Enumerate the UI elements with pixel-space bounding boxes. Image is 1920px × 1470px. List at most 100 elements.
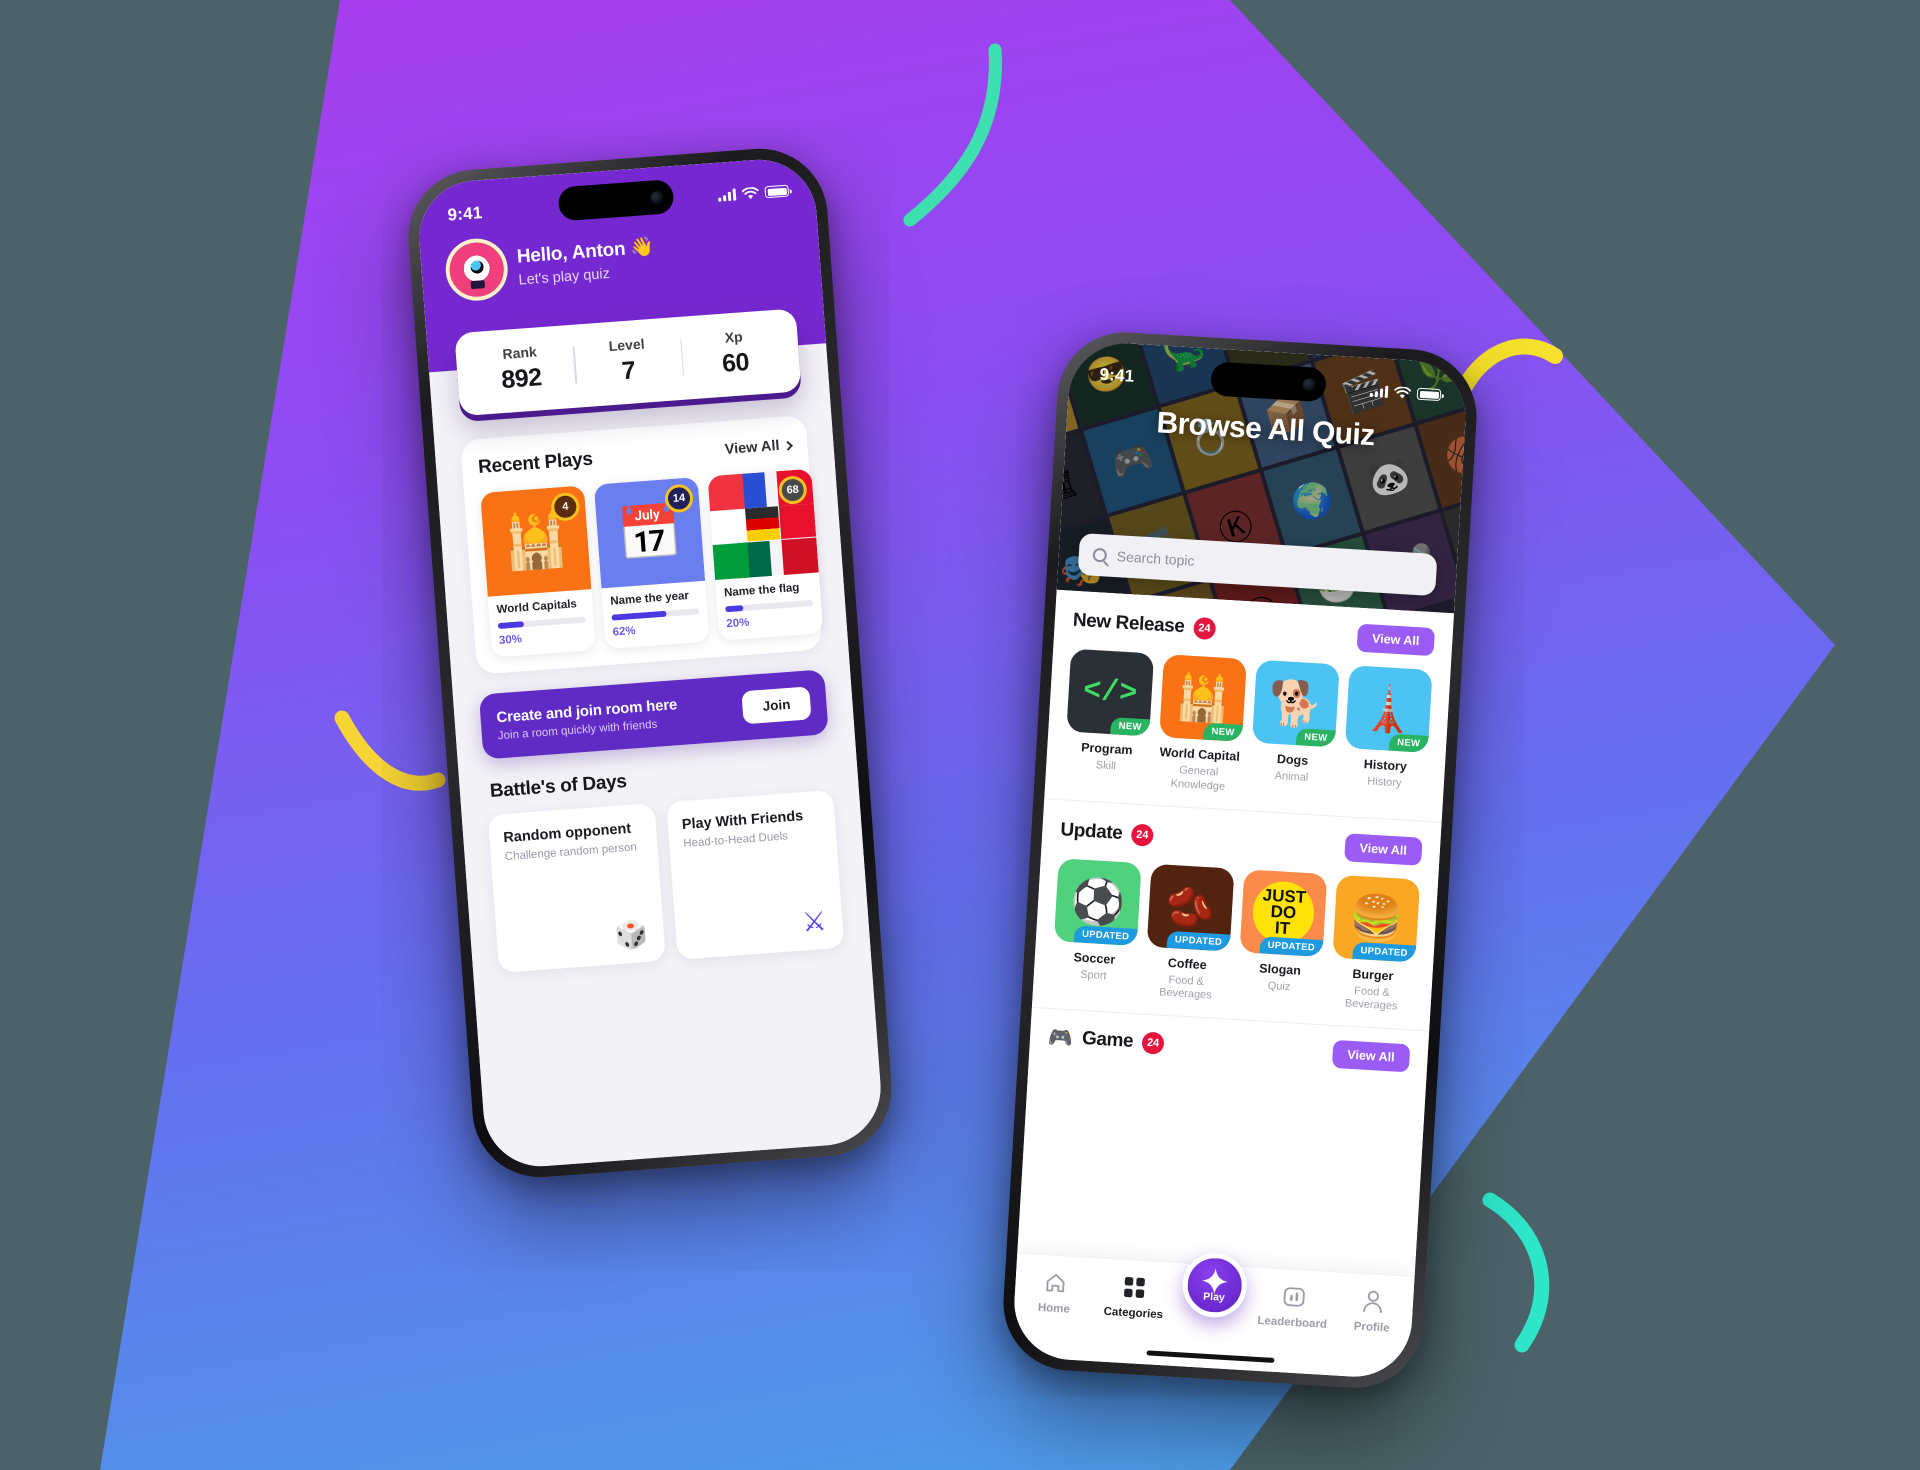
section-title: Update: [1059, 818, 1124, 844]
tab-label: Profile: [1353, 1320, 1390, 1335]
quiz-tile-name: Burger: [1352, 966, 1394, 983]
section-title: Game: [1081, 1027, 1134, 1052]
quiz-tile-image: 🐕 NEW: [1251, 659, 1340, 748]
quiz-tile-image: </> NEW: [1066, 648, 1155, 737]
tab-label: Home: [1037, 1301, 1071, 1316]
stat-value: 60: [721, 347, 750, 378]
section-title: New Release: [1072, 609, 1186, 638]
list-item[interactable]: JUST DO IT UPDATED Slogan Quiz: [1236, 868, 1328, 1010]
signal-bars-icon: [1369, 385, 1389, 398]
quiz-tile-name: World Capital: [1159, 745, 1241, 764]
dice-icon: 🎲: [613, 918, 649, 952]
view-all-button-game[interactable]: View All: [1331, 1039, 1411, 1073]
just-do-it-text: JUST DO IT: [1262, 885, 1307, 939]
recent-plays-title: Recent Plays: [477, 448, 594, 479]
tab-label: Leaderboard: [1257, 1314, 1328, 1331]
code-icon: </>: [1082, 673, 1139, 712]
phone-mockup-home: 9:41 Hello, Anton 👋 Let's play quiz Rank…: [403, 143, 897, 1183]
quiz-tile-image: ⚽ UPDATED: [1053, 857, 1142, 946]
stat-rank: Rank 892: [465, 341, 576, 398]
quiz-tile-category: Animal: [1274, 769, 1309, 784]
tab-categories[interactable]: Categories: [1097, 1272, 1172, 1321]
list-item[interactable]: 🗼 NEW History History: [1342, 665, 1433, 806]
home-icon: [1019, 1268, 1092, 1298]
quiz-tile-category: History: [1366, 775, 1402, 790]
quiz-tile-name: Coffee: [1167, 955, 1208, 972]
updated-badge: UPDATED: [1259, 935, 1324, 957]
battle-card-random-opponent[interactable]: Random opponent Challenge random person …: [487, 803, 666, 973]
list-item[interactable]: 📅 14 Name the year 62%: [593, 477, 710, 650]
tab-label: Categories: [1103, 1305, 1164, 1322]
quiz-tile-image: 🗼 NEW: [1344, 665, 1433, 753]
front-camera-icon: [649, 190, 664, 205]
quiz-tile-category: Sport: [1079, 968, 1107, 982]
quiz-tile-category: Food & Beverages: [1158, 973, 1213, 1002]
quiz-tile-name: History: [1363, 757, 1408, 774]
soccer-ball-icon: ⚽: [1068, 876, 1127, 929]
count-badge: 24: [1130, 823, 1154, 847]
recent-plays-panel: Recent Plays View All 🕌 4 World Capitals…: [460, 414, 824, 675]
screenshot-stage: 9:41 Hello, Anton 👋 Let's play quiz Rank…: [0, 0, 1920, 1470]
tab-home[interactable]: Home: [1018, 1268, 1093, 1317]
grid-icon: [1098, 1272, 1171, 1302]
update-tiles: ⚽ UPDATED Soccer Sport 🫘 UPDATED Coffee …: [1051, 857, 1421, 1016]
list-item[interactable]: </> NEW Program Skill: [1063, 648, 1155, 790]
home-body: Recent Plays View All 🕌 4 World Capitals…: [429, 343, 870, 975]
list-item[interactable]: 🫘 UPDATED Coffee Food & Beverages: [1144, 863, 1235, 1004]
list-item[interactable]: ⚽ UPDATED Soccer Sport: [1051, 857, 1142, 999]
status-time: 9:41: [1098, 364, 1135, 386]
quiz-tile-category: Food & Beverages: [1344, 984, 1398, 1013]
list-item[interactable]: 🕌 NEW World Capital General Knowledge: [1156, 654, 1247, 795]
quiz-tile-image: 🕌 NEW: [1159, 654, 1247, 742]
new-release-tiles: </> NEW Program Skill 🕌 NEW World Capita…: [1063, 648, 1433, 807]
create-join-room-banner[interactable]: Create and join room here Join a room qu…: [478, 669, 829, 760]
new-badge: NEW: [1110, 717, 1151, 737]
quiz-tile-category: General Knowledge: [1170, 764, 1226, 793]
mosque-icon: 🕌: [1174, 672, 1232, 725]
play-badge: 68: [777, 475, 808, 506]
count-badge: 24: [1141, 1031, 1165, 1055]
progress-bar: [611, 608, 700, 621]
updated-badge: UPDATED: [1073, 924, 1138, 946]
quiz-name: Name the flag: [723, 581, 800, 600]
quiz-tile-name: Soccer: [1073, 949, 1116, 967]
play-label: Play: [1202, 1290, 1226, 1304]
recent-plays-view-all-link[interactable]: View All: [724, 437, 793, 458]
dog-icon: 🐕: [1267, 677, 1325, 731]
view-all-label: View All: [724, 437, 781, 458]
new-badge: NEW: [1295, 728, 1336, 748]
count-badge: 24: [1192, 616, 1217, 641]
battle-card-play-with-friends[interactable]: Play With Friends Head-to-Head Duels ⚔: [666, 789, 845, 960]
stat-value: 7: [620, 356, 637, 386]
home-indicator: [1146, 1350, 1275, 1363]
notch: [1210, 361, 1327, 403]
view-all-button-update[interactable]: View All: [1343, 832, 1423, 866]
tab-play[interactable]: Play: [1179, 1251, 1251, 1320]
list-item[interactable]: 🍔 UPDATED Burger Food & Beverages: [1329, 874, 1421, 1015]
join-room-button[interactable]: Join: [741, 686, 812, 725]
stat-level: Level 7: [573, 333, 684, 390]
tab-profile[interactable]: Profile: [1335, 1287, 1410, 1336]
list-item[interactable]: 🐕 NEW Dogs Animal: [1249, 659, 1340, 801]
quiz-tile-name: Dogs: [1276, 752, 1309, 768]
search-input[interactable]: Search topic: [1116, 548, 1195, 569]
list-item[interactable]: 68 Name the flag 20%: [707, 468, 824, 641]
quiz-thumbnail: 📅 14: [593, 477, 706, 589]
new-badge: NEW: [1202, 722, 1244, 742]
avatar[interactable]: [447, 240, 506, 299]
view-all-button-new-release[interactable]: View All: [1356, 623, 1436, 657]
list-item[interactable]: 🕌 4 World Capitals 30%: [480, 485, 596, 658]
game-controller-icon: 🎮: [1047, 1026, 1074, 1050]
progress-percent: 20%: [725, 616, 750, 631]
new-badge: NEW: [1388, 733, 1429, 753]
updated-badge: UPDATED: [1352, 941, 1417, 963]
updated-badge: UPDATED: [1166, 930, 1231, 952]
chevron-right-icon: [782, 440, 793, 451]
bar-chart-icon: [1257, 1282, 1330, 1312]
section-new-release: New Release 24 View All </> NEW Program: [1044, 589, 1455, 823]
tab-leaderboard[interactable]: Leaderboard: [1256, 1282, 1331, 1331]
wifi-icon: [1394, 385, 1412, 398]
play-button[interactable]: Play: [1180, 1251, 1249, 1320]
home-screen: 9:41 Hello, Anton 👋 Let's play quiz Rank…: [415, 155, 885, 1171]
browse-screen: 9:41 💰😎 🦕🎖: [1011, 340, 1469, 1380]
